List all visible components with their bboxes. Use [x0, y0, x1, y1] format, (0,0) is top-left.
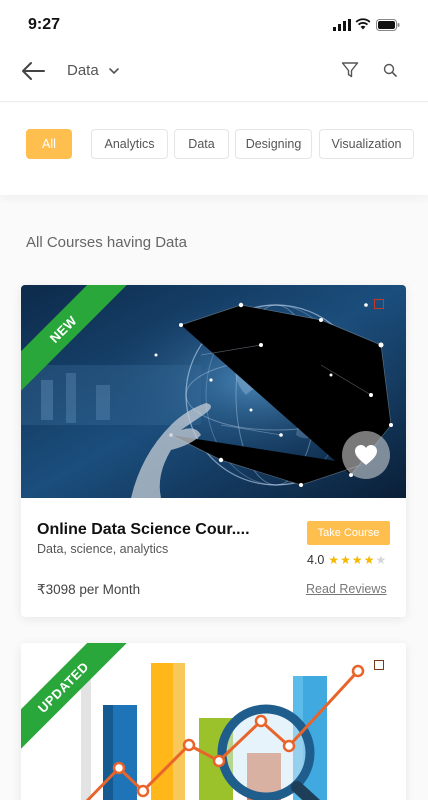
app-header: Data [0, 48, 428, 102]
back-arrow-icon[interactable] [20, 60, 46, 82]
star-empty-icon: ★ [375, 553, 387, 567]
filter-icon[interactable] [341, 61, 359, 79]
course-rating: 4.0 ★ ★ ★ ★ ★ [307, 553, 386, 567]
course-title[interactable]: Online Data Science Cour.... [37, 521, 250, 539]
course-tags: Data, science, analytics [37, 542, 169, 556]
course-card[interactable]: NEW Online Data Science Cour.... Data, s… [21, 285, 406, 617]
chip-data[interactable]: Data [174, 129, 229, 159]
read-reviews-link[interactable]: Read Reviews [306, 582, 387, 596]
take-course-button[interactable]: Take Course [307, 521, 390, 545]
status-time: 9:27 [28, 16, 61, 33]
chip-designing[interactable]: Designing [235, 129, 312, 159]
ribbon-new: NEW [21, 285, 131, 395]
star-rating: ★ ★ ★ ★ ★ [328, 553, 386, 567]
image-marker-icon [374, 299, 384, 309]
battery-icon [376, 19, 400, 31]
image-marker-icon [374, 660, 384, 670]
course-card[interactable]: UPDATED [21, 643, 406, 800]
status-bar: 9:27 [0, 0, 428, 48]
search-icon[interactable] [383, 63, 397, 77]
favorite-button[interactable] [342, 431, 390, 479]
signal-icon [333, 19, 351, 31]
star-filled-icon: ★ [328, 553, 340, 567]
star-filled-icon: ★ [340, 553, 351, 567]
rating-value: 4.0 [307, 553, 325, 567]
ribbon-label: NEW [21, 285, 130, 395]
star-filled-icon: ★ [351, 553, 363, 567]
chevron-down-icon[interactable] [108, 65, 120, 77]
star-filled-icon: ★ [363, 553, 375, 567]
category-chips: All Analytics Data Designing Visualizati… [0, 103, 428, 195]
wifi-icon [355, 18, 371, 30]
chip-analytics[interactable]: Analytics [91, 129, 168, 159]
chip-all[interactable]: All [26, 129, 72, 159]
header-title[interactable]: Data [67, 62, 99, 79]
course-price: ₹3098 per Month [37, 582, 141, 597]
heart-icon [355, 445, 377, 465]
ribbon-updated: UPDATED [21, 643, 131, 753]
ribbon-label: UPDATED [21, 643, 130, 753]
section-title: All Courses having Data [26, 234, 187, 251]
chip-visualization[interactable]: Visualization [319, 129, 414, 159]
